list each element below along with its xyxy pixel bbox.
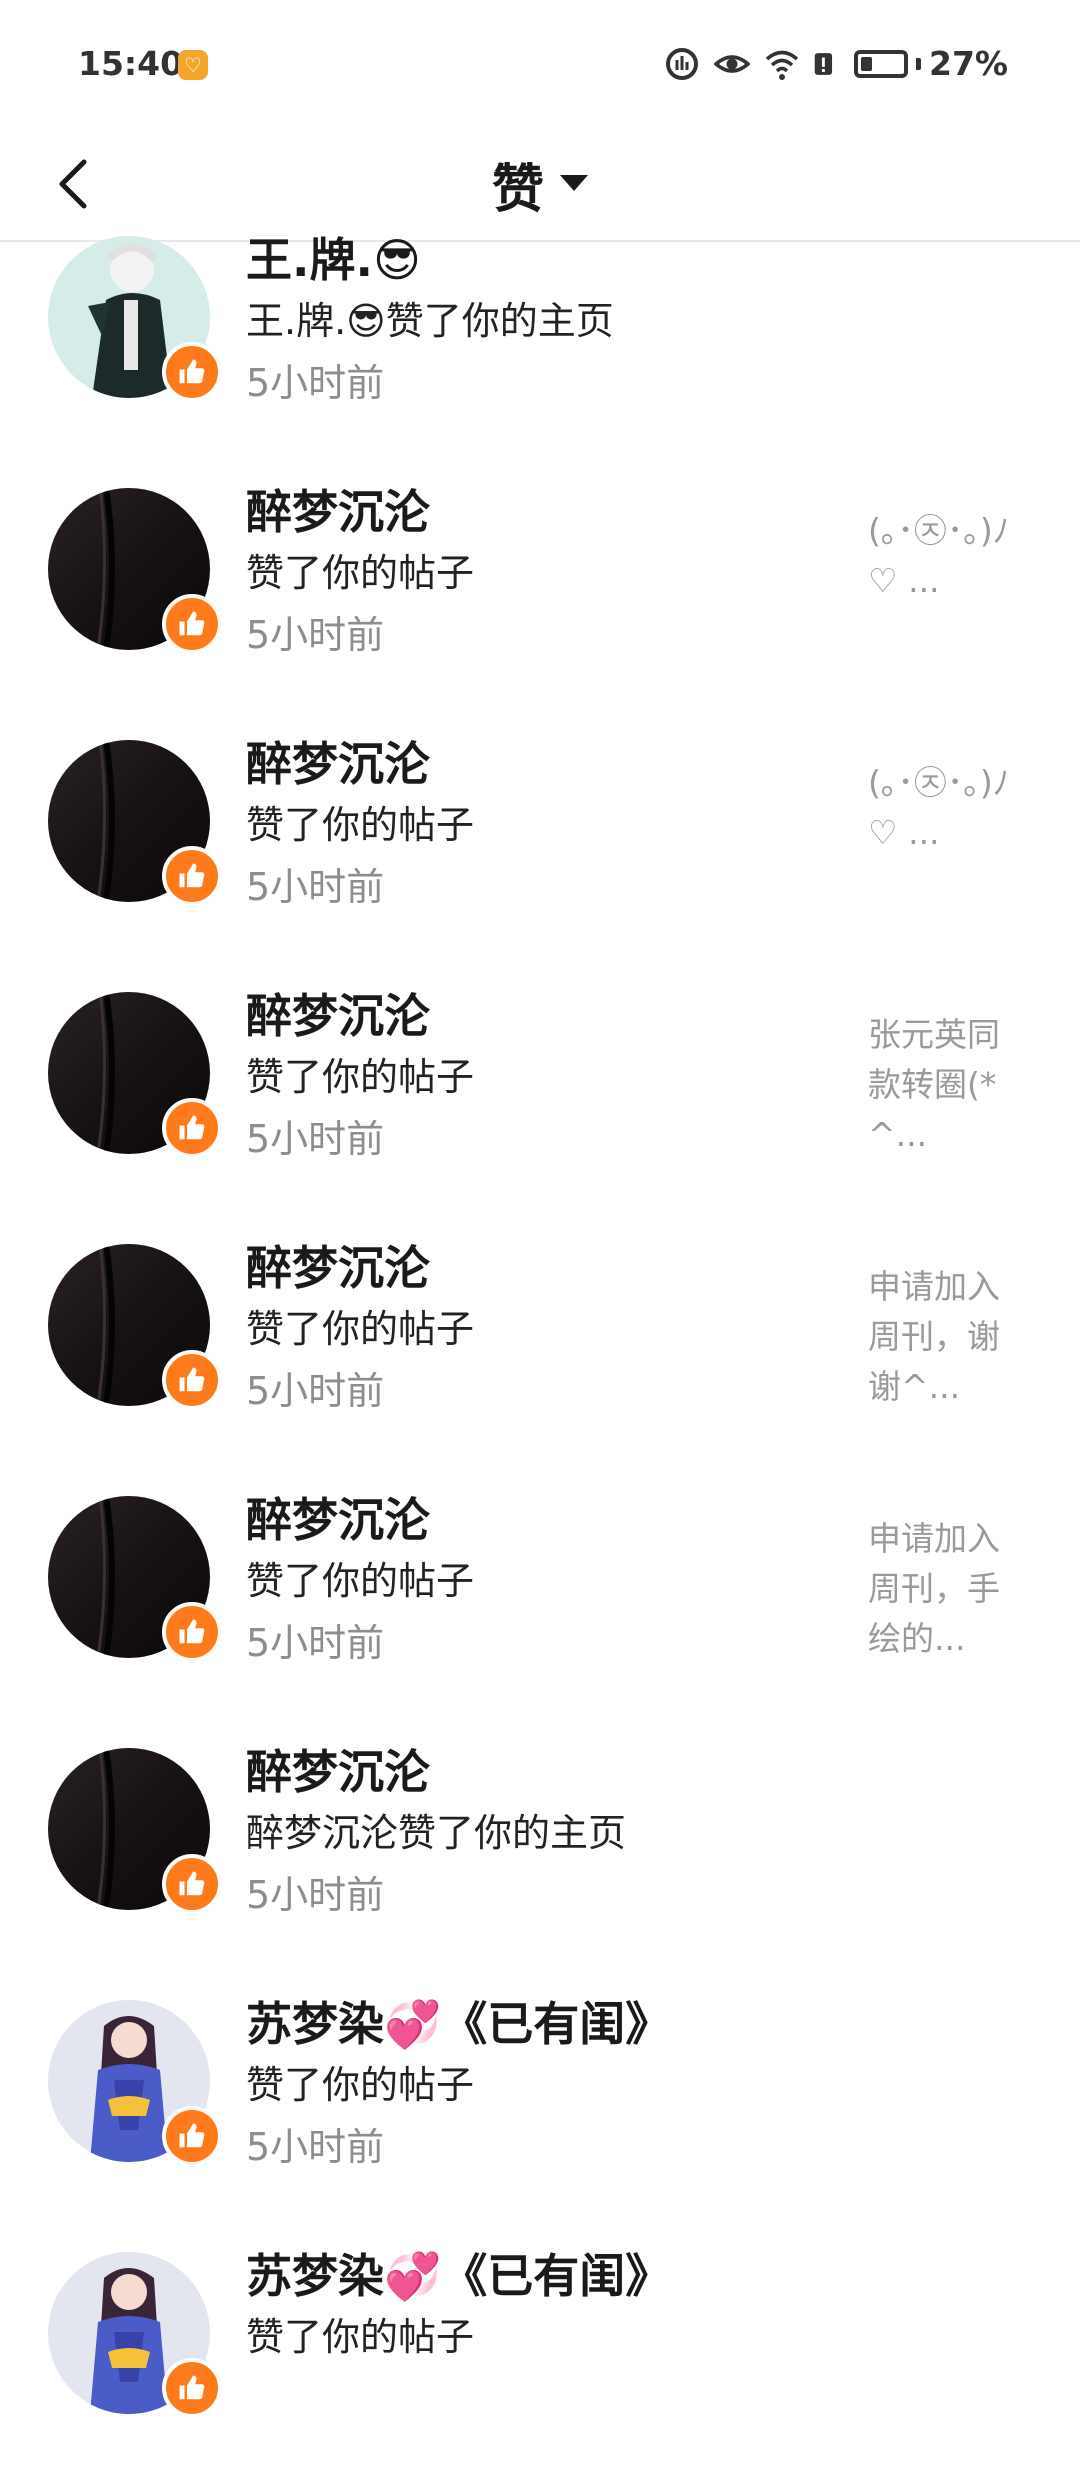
battery-indicator: 27%	[854, 44, 1008, 83]
user-name[interactable]: 苏梦染💞《已有闺》	[246, 2240, 671, 2306]
notification-item[interactable]: 醉梦沉沦赞了你的帖子 5小时前 张元英同款转圈(*^...	[0, 980, 1080, 1232]
wifi-icon	[765, 50, 799, 80]
avatar[interactable]	[48, 2252, 222, 2418]
timestamp: 5小时前	[246, 1369, 385, 1413]
thumbs-up-icon	[162, 594, 222, 654]
action-text: 赞了你的帖子	[246, 1307, 475, 1351]
action-text: 醉梦沉沦赞了你的主页	[246, 1811, 627, 1855]
thumbs-up-icon	[162, 1602, 222, 1662]
status-bar: 15:40 ♡ 27%	[0, 0, 1080, 128]
thumbs-up-icon	[162, 1350, 222, 1410]
action-text: 赞了你的帖子	[246, 1055, 475, 1099]
notification-item[interactable]: 醉梦沉沦赞了你的帖子 5小时前 申请加入周刊，谢谢^...	[0, 1232, 1080, 1484]
post-preview[interactable]: (｡･㉨･｡)ﾉ♡ ...	[868, 506, 1028, 606]
user-name[interactable]: 王.牌.😎	[246, 224, 421, 290]
timestamp: 5小时前	[246, 613, 385, 657]
data-saver-icon	[666, 47, 698, 80]
notification-item[interactable]: 苏梦染💞《已有闺》赞了你的帖子 5小时前	[0, 1988, 1080, 2240]
alert-icon	[814, 52, 833, 75]
notification-item[interactable]: 醉梦沉沦赞了你的帖子 5小时前 (｡･㉨･｡)ﾉ♡ ...	[0, 728, 1080, 980]
thumbs-up-icon	[162, 2358, 222, 2418]
avatar[interactable]	[48, 1748, 222, 1914]
user-name[interactable]: 醉梦沉沦	[246, 1484, 430, 1550]
battery-fill	[861, 56, 872, 71]
thumbs-up-icon	[162, 2106, 222, 2166]
thumbs-up-icon	[162, 342, 222, 402]
action-text: 赞了你的帖子	[246, 803, 475, 847]
thumbs-up-icon	[162, 1098, 222, 1158]
avatar[interactable]	[48, 1244, 222, 1410]
user-name[interactable]: 醉梦沉沦	[246, 476, 430, 542]
action-text: 赞了你的帖子	[246, 2063, 475, 2107]
action-text: 王.牌.😎赞了你的主页	[246, 299, 614, 343]
user-name[interactable]: 醉梦沉沦	[246, 1232, 430, 1298]
post-preview[interactable]: 申请加入周刊，谢谢^...	[868, 1262, 1028, 1412]
notification-item[interactable]: 醉梦沉沦醉梦沉沦赞了你的主页 5小时前	[0, 1736, 1080, 1988]
avatar[interactable]	[48, 488, 222, 654]
battery-text: 27%	[929, 44, 1008, 83]
notification-item[interactable]: 醉梦沉沦赞了你的帖子 5小时前 申请加入周刊，手绘的...	[0, 1484, 1080, 1736]
notification-item[interactable]: 醉梦沉沦赞了你的帖子 5小时前 (｡･㉨･｡)ﾉ♡ ...	[0, 476, 1080, 728]
thumbs-up-icon	[162, 846, 222, 906]
avatar[interactable]	[48, 992, 222, 1158]
timestamp: 5小时前	[246, 1117, 385, 1161]
battery-icon	[854, 49, 908, 78]
battery-tip	[916, 57, 921, 70]
action-text: 赞了你的帖子	[246, 2315, 475, 2359]
page-title: 赞	[491, 159, 544, 220]
user-name[interactable]: 醉梦沉沦	[246, 980, 430, 1046]
action-text: 赞了你的帖子	[246, 1559, 475, 1603]
timestamp: 5小时前	[246, 1873, 385, 1917]
timestamp: 5小时前	[246, 865, 385, 909]
notification-app-icon: ♡	[178, 50, 208, 80]
post-preview[interactable]: 张元英同款转圈(*^...	[868, 1010, 1028, 1160]
status-icons: 27%	[664, 44, 1008, 83]
user-name[interactable]: 醉梦沉沦	[246, 1736, 430, 1802]
notification-item[interactable]: 苏梦染💞《已有闺》赞了你的帖子	[0, 2240, 1080, 2492]
post-preview[interactable]: (｡･㉨･｡)ﾉ♡ ...	[868, 758, 1028, 858]
eye-icon	[714, 54, 750, 73]
post-preview[interactable]: 申请加入周刊，手绘的...	[868, 1514, 1028, 1664]
user-name[interactable]: 苏梦染💞《已有闺》	[246, 1988, 671, 2054]
avatar[interactable]	[48, 2000, 222, 2166]
timestamp: 5小时前	[246, 361, 385, 405]
status-time: 15:40	[78, 44, 184, 83]
caret-down-icon	[560, 175, 588, 191]
timestamp: 5小时前	[246, 2125, 385, 2169]
thumbs-up-icon	[162, 1854, 222, 1914]
user-name[interactable]: 醉梦沉沦	[246, 728, 430, 794]
avatar[interactable]	[48, 740, 222, 906]
notification-item[interactable]: 王.牌.😎 王.牌.😎赞了你的主页 5小时前	[0, 224, 1080, 476]
action-text: 赞了你的帖子	[246, 551, 475, 595]
avatar[interactable]	[48, 1496, 222, 1662]
avatar[interactable]	[48, 236, 222, 402]
timestamp: 5小时前	[246, 1621, 385, 1665]
